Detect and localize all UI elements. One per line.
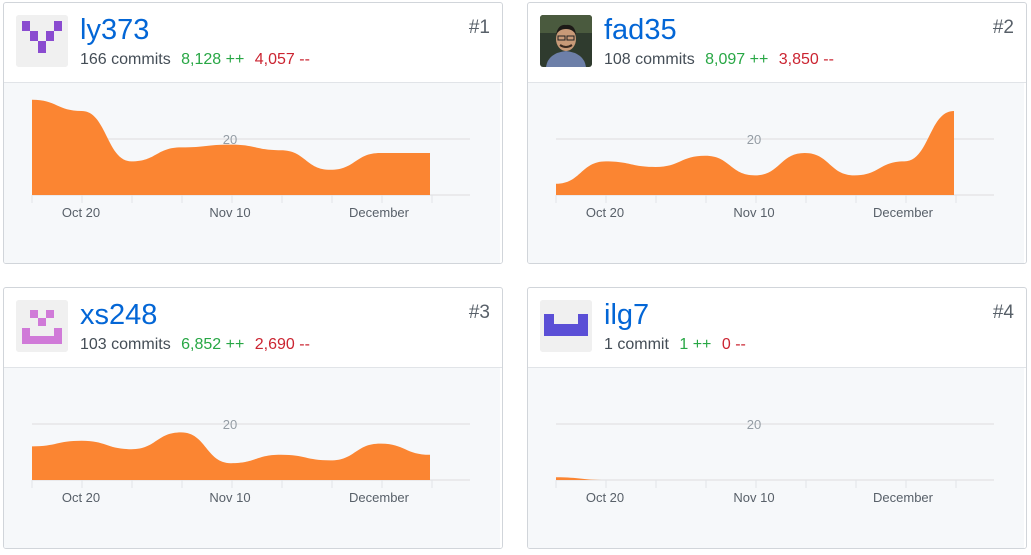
avatar[interactable] (540, 300, 592, 352)
username-link[interactable]: ly373 (80, 13, 149, 47)
x-tick-label: Oct 20 (586, 205, 624, 220)
contribution-stats: 103 commits 6,852 ++ 2,690 -- (80, 336, 310, 354)
chart-svg: 20 Oct 20 Nov 10 December (528, 368, 1024, 548)
x-tick-label: Nov 10 (733, 490, 774, 505)
deletions-count: 2,690 -- (254, 336, 310, 353)
x-tick-label: December (349, 490, 410, 505)
commit-count[interactable]: 166 commits (80, 51, 171, 68)
deletions-count: 0 -- (721, 336, 746, 353)
contribution-stats: 1 commit 1 ++ 0 -- (604, 336, 746, 354)
contributor-card: ilg7 1 commit 1 ++ 0 -- #4 20 Oct 20 Nov 1… (527, 287, 1027, 549)
username-link[interactable]: ilg7 (604, 298, 649, 332)
card-header: ilg7 1 commit 1 ++ 0 -- #4 (528, 288, 1026, 368)
avatar[interactable] (16, 15, 68, 67)
x-tick-label: Oct 20 (62, 490, 100, 505)
card-header: ly373 166 commits 8,128 ++ 4,057 -- #1 (4, 3, 502, 83)
commit-count[interactable]: 103 commits (80, 336, 171, 353)
chart-svg: 20Oct 20 Nov 10 December (4, 83, 500, 263)
commit-activity-chart: 20 Oct 20 Nov 10 December (4, 83, 502, 263)
y-tick-label: 20 (223, 417, 237, 432)
commit-activity-chart: 20 Oct 20 Nov 10 December (528, 83, 1026, 263)
avatar[interactable] (540, 15, 592, 67)
rank-label: #1 (468, 17, 490, 38)
commit-activity-chart: 20 Oct 20 Nov 10 December (4, 368, 502, 548)
card-header: fad35 108 commits 8,097 ++ 3,850 -- #2 (528, 3, 1026, 83)
additions-count: 6,852 ++ (181, 336, 245, 353)
identicon-purple-v-icon (16, 15, 68, 67)
commit-count[interactable]: 1 commit (604, 336, 669, 353)
deletions-count: 3,850 -- (778, 51, 834, 68)
commit-count[interactable]: 108 commits (604, 51, 695, 68)
username-link[interactable]: xs248 (80, 298, 157, 332)
additions-count: 8,128 ++ (181, 51, 245, 68)
identicon-pink-smile-icon (16, 300, 68, 352)
commit-activity-chart: 20 Oct 20 Nov 10 December (528, 368, 1026, 548)
x-tick-label: December (873, 205, 934, 220)
contributor-card: ly373 166 commits 8,128 ++ 4,057 -- #1 2… (3, 2, 503, 264)
additions-count: 8,097 ++ (705, 51, 769, 68)
card-header: xs248 103 commits 6,852 ++ 2,690 -- #3 (4, 288, 502, 368)
avatar[interactable] (16, 300, 68, 352)
y-tick-label: 20 (747, 417, 761, 432)
rank-label: #4 (992, 302, 1014, 323)
username-link[interactable]: fad35 (604, 13, 677, 47)
x-tick-label: December (873, 490, 934, 505)
contribution-stats: 166 commits 8,128 ++ 4,057 -- (80, 51, 310, 69)
x-tick-label: Oct 20 (62, 205, 100, 220)
rank-label: #2 (992, 17, 1014, 38)
person-photo-icon (540, 15, 592, 67)
y-tick-label: 20 (747, 132, 761, 147)
x-tick-label: Nov 10 (209, 205, 250, 220)
x-tick-label: Nov 10 (733, 205, 774, 220)
rank-label: #3 (468, 302, 490, 323)
x-tick-label: Oct 20 (586, 490, 624, 505)
contributor-card: fad35 108 commits 8,097 ++ 3,850 -- #2 2… (527, 2, 1027, 264)
contribution-stats: 108 commits 8,097 ++ 3,850 -- (604, 51, 834, 69)
x-tick-label: Nov 10 (209, 490, 250, 505)
x-tick-label: December (349, 205, 410, 220)
chart-svg: 20 Oct 20 Nov 10 December (4, 368, 500, 548)
deletions-count: 4,057 -- (254, 51, 310, 68)
additions-count: 1 ++ (679, 336, 712, 353)
identicon-blue-bar-icon (540, 300, 592, 352)
contributor-card: xs248 103 commits 6,852 ++ 2,690 -- #3 2… (3, 287, 503, 549)
chart-svg: 20 Oct 20 Nov 10 December (528, 83, 1024, 263)
chart-background (528, 368, 1024, 548)
